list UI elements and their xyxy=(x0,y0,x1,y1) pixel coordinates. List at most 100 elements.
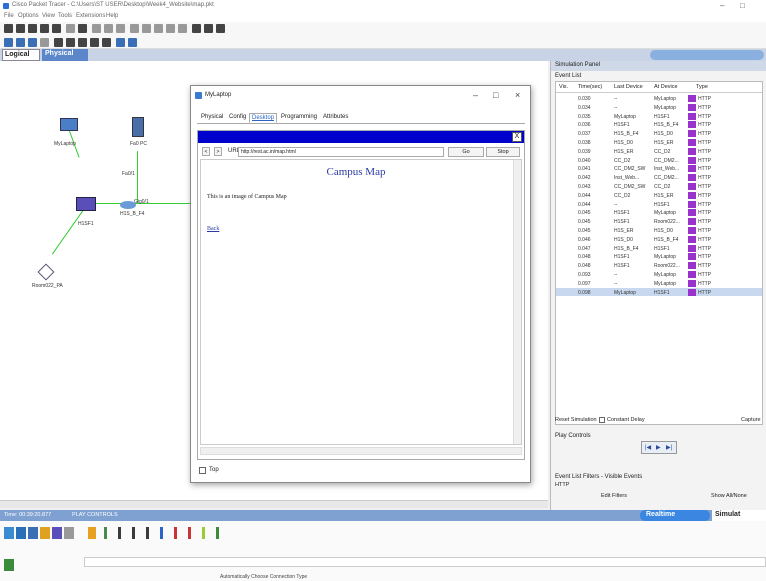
event-row[interactable]: 0.044 CC_D2 H1S_ER HTTP xyxy=(556,191,762,200)
event-row[interactable]: 0.045 H1SF1 Room022... HTTP xyxy=(556,217,762,226)
event-row[interactable]: 0.047 H1S_B_F4 H1SF1 HTTP xyxy=(556,244,762,253)
event-row[interactable]: 0.035 MyLaptop H1SF1 HTTP xyxy=(556,112,762,121)
minimize-icon[interactable]: – xyxy=(720,1,724,10)
serial-dce-icon[interactable] xyxy=(174,527,177,539)
event-row[interactable]: 0.034 -- MyLaptop HTTP xyxy=(556,103,762,112)
event-row[interactable]: 0.046 H1S_D0 H1S_B_F4 HTTP xyxy=(556,235,762,244)
back-arrow-icon[interactable]: < xyxy=(202,147,210,156)
event-row[interactable]: 0.039 H1S_ER CC_D2 HTTP xyxy=(556,147,762,156)
zoom-in-icon[interactable] xyxy=(130,24,139,33)
select-icon[interactable] xyxy=(4,38,13,47)
url-input[interactable]: http://rest.ac.in/map.html xyxy=(238,147,444,157)
event-row[interactable]: 0.097 -- MyLaptop HTTP xyxy=(556,279,762,288)
event-row[interactable]: 0.044 -- H1SF1 HTTP xyxy=(556,200,762,209)
zoom-reset-icon[interactable] xyxy=(142,24,151,33)
delete-icon[interactable] xyxy=(40,38,49,47)
routers-category-icon[interactable] xyxy=(4,527,14,539)
pc-icon[interactable] xyxy=(132,117,144,137)
event-row[interactable]: 0.030 -- MyLaptop HTTP xyxy=(556,94,762,103)
menu-file[interactable]: File xyxy=(4,13,14,19)
open-icon[interactable] xyxy=(16,24,25,33)
event-row[interactable]: 0.041 CC_DM2_SW Inst_Web... HTTP xyxy=(556,164,762,173)
forward-step-icon[interactable]: ▶| xyxy=(666,444,672,451)
router-icon[interactable] xyxy=(120,201,136,209)
event-row[interactable]: 0.043 CC_DM2_SW CC_D2 HTTP xyxy=(556,182,762,191)
event-row[interactable]: 0.042 Inst_Web... CC_DM2... HTTP xyxy=(556,173,762,182)
stop-button[interactable]: Stop xyxy=(486,147,520,157)
undo-icon[interactable] xyxy=(104,24,113,33)
top-checkbox[interactable] xyxy=(199,467,206,474)
redo-icon[interactable] xyxy=(116,24,125,33)
event-row[interactable]: 0.040 CC_D2 CC_DM2... HTTP xyxy=(556,156,762,165)
event-row[interactable]: 0.045 H1S_ER H1S_D0 HTTP xyxy=(556,226,762,235)
octal-cable-icon[interactable] xyxy=(202,527,205,539)
tab-desktop[interactable]: Desktop xyxy=(249,113,278,123)
activity-wizard-icon[interactable] xyxy=(52,24,61,33)
close-icon[interactable]: × xyxy=(515,90,520,100)
back-step-icon[interactable]: |◀ xyxy=(645,444,651,451)
wireless-category-icon[interactable] xyxy=(40,527,50,539)
event-row[interactable]: 0.093 -- MyLaptop HTTP xyxy=(556,270,762,279)
info-icon[interactable] xyxy=(66,24,75,33)
tab-physical[interactable]: Physical xyxy=(199,113,225,121)
workspace-scrollbar[interactable] xyxy=(0,500,548,508)
viewport-icon[interactable] xyxy=(216,24,225,33)
minimize-icon[interactable]: – xyxy=(473,90,478,100)
grid-icon[interactable] xyxy=(204,24,213,33)
phone-cable-icon[interactable] xyxy=(160,527,163,539)
device-scroll-area[interactable] xyxy=(84,557,766,567)
switch-icon[interactable] xyxy=(76,197,96,211)
maximize-icon[interactable]: □ xyxy=(493,90,498,100)
event-row[interactable]: 0.038 H1S_D0 H1S_ER HTTP xyxy=(556,138,762,147)
event-row[interactable]: 0.048 H1SF1 MyLaptop HTTP xyxy=(556,252,762,261)
go-button[interactable]: Go xyxy=(448,147,484,157)
pdu-icon[interactable] xyxy=(192,24,201,33)
laptop-icon[interactable] xyxy=(60,118,78,131)
add-simple-pdu-icon[interactable] xyxy=(116,38,125,47)
reset-simulation-button[interactable]: Reset Simulation xyxy=(555,417,597,423)
menu-extensions[interactable]: Extensions xyxy=(76,13,105,19)
pencil-icon[interactable] xyxy=(54,38,63,47)
event-row[interactable]: 0.037 H1S_B_F4 H1S_D0 HTTP xyxy=(556,129,762,138)
paste-icon[interactable] xyxy=(92,24,101,33)
tab-attributes[interactable]: Attributes xyxy=(321,113,350,121)
end-devices-category-icon[interactable] xyxy=(4,559,14,571)
freeform-icon[interactable] xyxy=(102,38,111,47)
console-cable-icon[interactable] xyxy=(104,527,107,539)
new-icon[interactable] xyxy=(4,24,13,33)
menu-options[interactable]: Options xyxy=(18,13,39,19)
usb-cable-icon[interactable] xyxy=(216,527,219,539)
straight-cable-icon[interactable] xyxy=(118,527,121,539)
hubs-category-icon[interactable] xyxy=(28,527,38,539)
event-row[interactable]: 0.036 H1SF1 H1S_B_F4 HTTP xyxy=(556,120,762,129)
copy-icon[interactable] xyxy=(78,24,87,33)
realtime-mode-button[interactable]: Realtime xyxy=(640,510,710,521)
tab-logical[interactable]: Logical xyxy=(2,49,40,61)
simulation-mode-button[interactable]: Simulat xyxy=(712,510,766,521)
menu-help[interactable]: Help xyxy=(106,13,118,19)
ellipse-icon[interactable] xyxy=(90,38,99,47)
show-all-button[interactable]: Show All/None xyxy=(711,493,747,499)
add-complex-pdu-icon[interactable] xyxy=(128,38,137,47)
tab-programming[interactable]: Programming xyxy=(279,113,319,121)
tab-config[interactable]: Config xyxy=(227,113,248,121)
workspace-tools[interactable] xyxy=(650,50,764,60)
security-category-icon[interactable] xyxy=(52,527,62,539)
line-icon[interactable] xyxy=(66,38,75,47)
print-icon[interactable] xyxy=(40,24,49,33)
note-icon[interactable] xyxy=(28,38,37,47)
page-scrollbar[interactable] xyxy=(513,160,521,444)
edit-filters-button[interactable]: Edit Filters xyxy=(601,493,627,499)
crossover-cable-icon[interactable] xyxy=(132,527,135,539)
fiber-cable-icon[interactable] xyxy=(146,527,149,539)
constant-delay-checkbox[interactable] xyxy=(599,417,605,423)
maximize-icon[interactable]: □ xyxy=(740,1,745,10)
rectangle-icon[interactable] xyxy=(78,38,87,47)
serial-dte-icon[interactable] xyxy=(188,527,191,539)
event-row[interactable]: 0.045 H1SF1 MyLaptop HTTP xyxy=(556,208,762,217)
back-link[interactable]: Back xyxy=(207,226,219,232)
event-list-table[interactable]: Vis. Time(sec) Last Device At Device Typ… xyxy=(555,81,763,425)
wan-emulation-category-icon[interactable] xyxy=(64,527,74,539)
browser-close-button[interactable]: X xyxy=(512,132,522,142)
event-row[interactable]: 0.048 H1SF1 Room022... HTTP xyxy=(556,261,762,270)
